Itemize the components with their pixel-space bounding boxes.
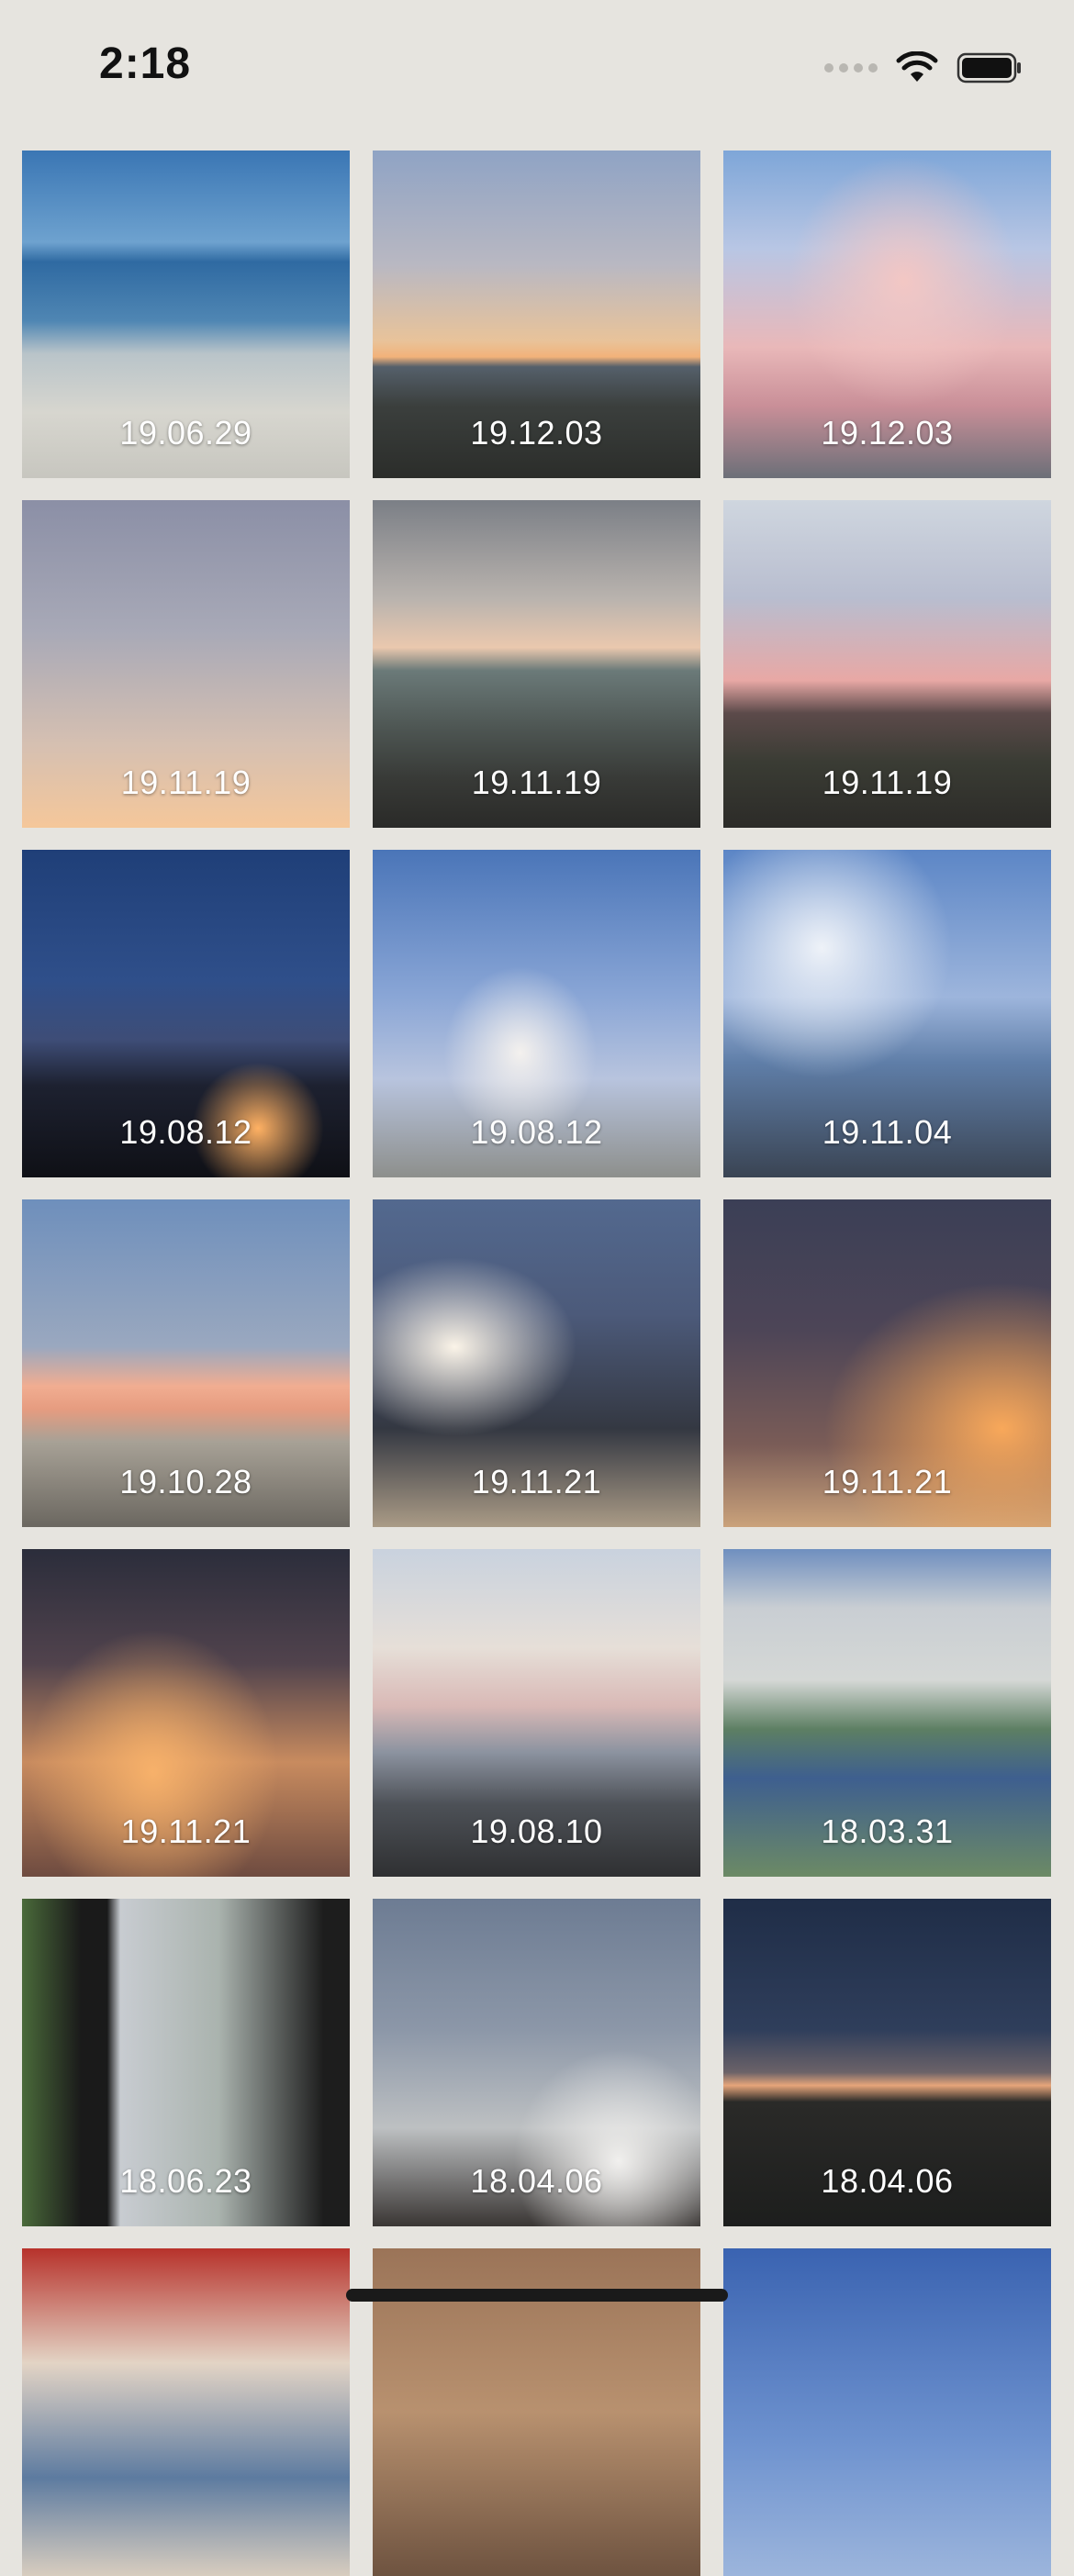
photo-tile[interactable]: 18.03.31 xyxy=(723,1549,1051,1877)
wifi-icon xyxy=(896,51,938,82)
photo-tile[interactable]: 19.11.21 xyxy=(723,1199,1051,1527)
photo-date-label: 19.08.12 xyxy=(119,1113,252,1151)
photo-tile[interactable]: 19.11.21 xyxy=(373,1199,700,1527)
photo-tile[interactable] xyxy=(22,2248,350,2576)
photo-date-label: 18.06.23 xyxy=(119,2162,252,2200)
photo-date-label: 19.08.10 xyxy=(470,1812,603,1850)
photo-grid: 19.06.29 19.12.03 19.12.03 19.11.19 19.11.19… xyxy=(22,151,1052,2576)
photo-tile[interactable]: 19.10.28 xyxy=(22,1199,350,1527)
photo-tile[interactable]: 18.04.06 xyxy=(373,1899,700,2226)
status-bar: 2:18 xyxy=(0,0,1074,138)
photo-date-label: 19.11.19 xyxy=(822,764,953,801)
photo-tile[interactable]: 19.08.10 xyxy=(373,1549,700,1877)
photo-tile[interactable]: 18.06.23 xyxy=(22,1899,350,2226)
photo-date-label: 19.11.19 xyxy=(120,764,252,801)
photo-thumbnail xyxy=(723,2248,1051,2576)
photo-date-label: 19.11.21 xyxy=(822,1463,953,1500)
photo-tile[interactable]: 19.11.19 xyxy=(22,500,350,828)
photo-tile[interactable]: 19.11.21 xyxy=(22,1549,350,1877)
photo-tile[interactable] xyxy=(723,2248,1051,2576)
photo-date-label: 19.08.12 xyxy=(470,1113,603,1151)
photo-date-label: 19.11.04 xyxy=(822,1113,953,1151)
photo-tile[interactable]: 18.04.06 xyxy=(723,1899,1051,2226)
status-icons xyxy=(824,48,1023,88)
photo-date-label: 18.04.06 xyxy=(470,2162,603,2200)
cellular-signal-icon xyxy=(824,63,878,72)
photo-date-label: 19.11.21 xyxy=(120,1812,252,1850)
photo-thumbnail xyxy=(22,2248,350,2576)
photo-tile[interactable]: 19.06.29 xyxy=(22,151,350,478)
photo-tile[interactable]: 19.12.03 xyxy=(373,151,700,478)
photo-tile[interactable]: 19.11.19 xyxy=(723,500,1051,828)
photo-date-label: 18.04.06 xyxy=(821,2162,954,2200)
photo-date-label: 18.03.31 xyxy=(821,1812,954,1850)
photo-date-label: 19.11.21 xyxy=(471,1463,602,1500)
photo-date-label: 19.06.29 xyxy=(119,414,252,452)
photo-date-label: 19.12.03 xyxy=(470,414,603,452)
photo-tile[interactable]: 19.12.03 xyxy=(723,151,1051,478)
photo-date-label: 19.12.03 xyxy=(821,414,954,452)
status-time: 2:18 xyxy=(99,39,192,88)
photo-date-label: 19.11.19 xyxy=(471,764,602,801)
home-indicator[interactable] xyxy=(346,2289,728,2302)
photo-date-label: 19.10.28 xyxy=(119,1463,252,1500)
photo-tile[interactable]: 19.11.04 xyxy=(723,850,1051,1177)
photo-tile[interactable]: 19.08.12 xyxy=(22,850,350,1177)
photo-tile[interactable]: 19.08.12 xyxy=(373,850,700,1177)
battery-icon xyxy=(957,52,1021,84)
photo-tile[interactable]: 19.11.19 xyxy=(373,500,700,828)
